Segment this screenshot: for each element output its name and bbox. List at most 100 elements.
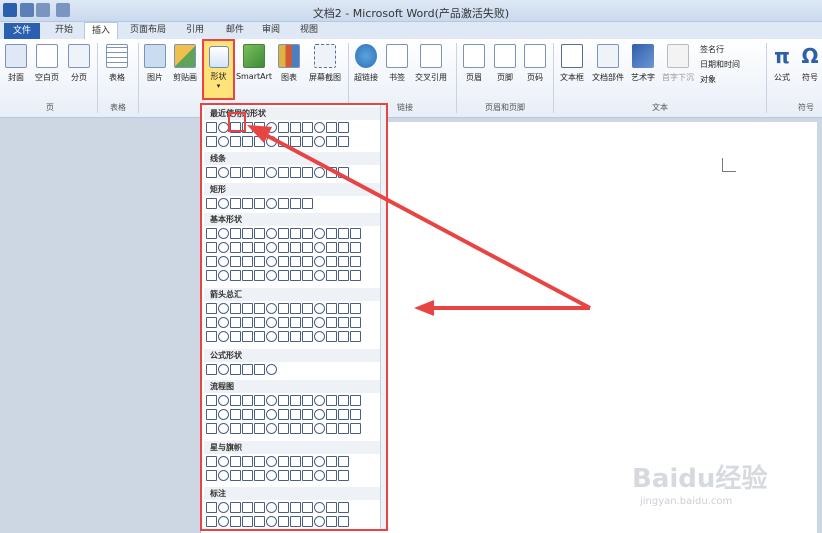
tab-view[interactable]: 视图 [294, 22, 324, 39]
shape-thumbnail[interactable] [266, 502, 277, 513]
shape-thumbnail[interactable] [254, 502, 265, 513]
shape-thumbnail[interactable] [230, 470, 241, 481]
shape-thumbnail[interactable] [206, 516, 217, 527]
shape-thumbnail[interactable] [314, 228, 325, 239]
shape-thumbnail[interactable] [290, 136, 301, 147]
shape-thumbnail[interactable] [290, 317, 301, 328]
shape-thumbnail[interactable] [206, 228, 217, 239]
shape-thumbnail[interactable] [350, 395, 361, 406]
shape-thumbnail[interactable] [218, 228, 229, 239]
shape-thumbnail[interactable] [290, 122, 301, 133]
shape-thumbnail[interactable] [278, 242, 289, 253]
shape-thumbnail[interactable] [206, 331, 217, 342]
shape-thumbnail[interactable] [278, 228, 289, 239]
shape-thumbnail[interactable] [254, 198, 265, 209]
shape-thumbnail[interactable] [266, 364, 277, 375]
shape-thumbnail[interactable] [218, 122, 229, 133]
shape-thumbnail[interactable] [314, 242, 325, 253]
shape-thumbnail[interactable] [290, 198, 301, 209]
chart-button[interactable]: 图表 [276, 42, 302, 83]
shape-thumbnail[interactable] [230, 331, 241, 342]
shape-thumbnail[interactable] [278, 136, 289, 147]
shape-thumbnail[interactable] [266, 122, 277, 133]
shape-thumbnail[interactable] [326, 242, 337, 253]
shape-thumbnail[interactable] [242, 456, 253, 467]
shape-thumbnail[interactable] [242, 516, 253, 527]
shape-thumbnail[interactable] [230, 409, 241, 420]
tab-review[interactable]: 审阅 [256, 22, 286, 39]
shape-thumbnail[interactable] [218, 256, 229, 267]
shape-thumbnail[interactable] [218, 136, 229, 147]
shape-thumbnail[interactable] [278, 256, 289, 267]
shape-thumbnail[interactable] [242, 423, 253, 434]
hyperlink-button[interactable]: 超链接 [351, 42, 381, 83]
shape-thumbnail[interactable] [338, 136, 349, 147]
shape-thumbnail[interactable] [302, 409, 313, 420]
shape-thumbnail[interactable] [242, 167, 253, 178]
shape-thumbnail[interactable] [218, 423, 229, 434]
shape-thumbnail[interactable] [242, 122, 253, 133]
shape-thumbnail[interactable] [266, 409, 277, 420]
shape-thumbnail[interactable] [302, 228, 313, 239]
shape-thumbnail[interactable] [350, 242, 361, 253]
shape-thumbnail[interactable] [230, 395, 241, 406]
shape-thumbnail[interactable] [230, 198, 241, 209]
shape-thumbnail[interactable] [242, 228, 253, 239]
shape-thumbnail[interactable] [338, 256, 349, 267]
shape-thumbnail[interactable] [230, 228, 241, 239]
shape-thumbnail[interactable] [338, 122, 349, 133]
shape-thumbnail[interactable] [302, 331, 313, 342]
shape-thumbnail[interactable] [290, 256, 301, 267]
gallery-scrollbar[interactable] [380, 105, 386, 529]
shape-thumbnail[interactable] [302, 122, 313, 133]
shape-thumbnail[interactable] [314, 409, 325, 420]
shape-thumbnail[interactable] [254, 395, 265, 406]
shape-thumbnail[interactable] [314, 502, 325, 513]
shape-thumbnail[interactable] [206, 122, 217, 133]
shape-thumbnail[interactable] [326, 423, 337, 434]
shape-thumbnail[interactable] [278, 303, 289, 314]
shape-thumbnail[interactable] [206, 456, 217, 467]
shape-thumbnail[interactable] [326, 317, 337, 328]
shape-thumbnail[interactable] [314, 122, 325, 133]
shape-thumbnail[interactable] [218, 167, 229, 178]
shape-thumbnail[interactable] [218, 270, 229, 281]
shape-thumbnail[interactable] [242, 409, 253, 420]
shape-thumbnail[interactable] [302, 242, 313, 253]
shape-thumbnail[interactable] [278, 516, 289, 527]
shape-thumbnail[interactable] [254, 228, 265, 239]
shape-thumbnail[interactable] [338, 167, 349, 178]
shape-thumbnail[interactable] [242, 136, 253, 147]
shape-thumbnail[interactable] [302, 456, 313, 467]
shape-thumbnail[interactable] [326, 409, 337, 420]
shape-thumbnail[interactable] [242, 317, 253, 328]
shape-thumbnail[interactable] [338, 242, 349, 253]
shape-thumbnail[interactable] [230, 364, 241, 375]
screenshot-button[interactable]: 屏幕截图 [305, 42, 345, 83]
shape-thumbnail[interactable] [350, 228, 361, 239]
shape-thumbnail[interactable] [218, 198, 229, 209]
shape-thumbnail[interactable] [218, 470, 229, 481]
shape-thumbnail[interactable] [302, 256, 313, 267]
picture-button[interactable]: 图片 [142, 42, 168, 83]
shape-thumbnail[interactable] [230, 303, 241, 314]
shape-thumbnail[interactable] [266, 456, 277, 467]
shape-thumbnail[interactable] [206, 317, 217, 328]
shape-thumbnail[interactable] [266, 423, 277, 434]
shape-thumbnail[interactable] [302, 136, 313, 147]
shape-thumbnail[interactable] [302, 198, 313, 209]
textbox-button[interactable]: 文本框 [557, 42, 587, 83]
shape-thumbnail[interactable] [254, 409, 265, 420]
shape-thumbnail[interactable] [242, 364, 253, 375]
shape-thumbnail[interactable] [206, 256, 217, 267]
shape-thumbnail[interactable] [254, 122, 265, 133]
shape-thumbnail[interactable] [290, 331, 301, 342]
shape-thumbnail[interactable] [218, 516, 229, 527]
shape-thumbnail[interactable] [326, 331, 337, 342]
shape-thumbnail[interactable] [338, 228, 349, 239]
shape-thumbnail[interactable] [254, 303, 265, 314]
blank-page-button[interactable]: 空白页 [33, 42, 61, 83]
shape-thumbnail[interactable] [206, 198, 217, 209]
shape-thumbnail[interactable] [326, 516, 337, 527]
shape-thumbnail[interactable] [230, 502, 241, 513]
